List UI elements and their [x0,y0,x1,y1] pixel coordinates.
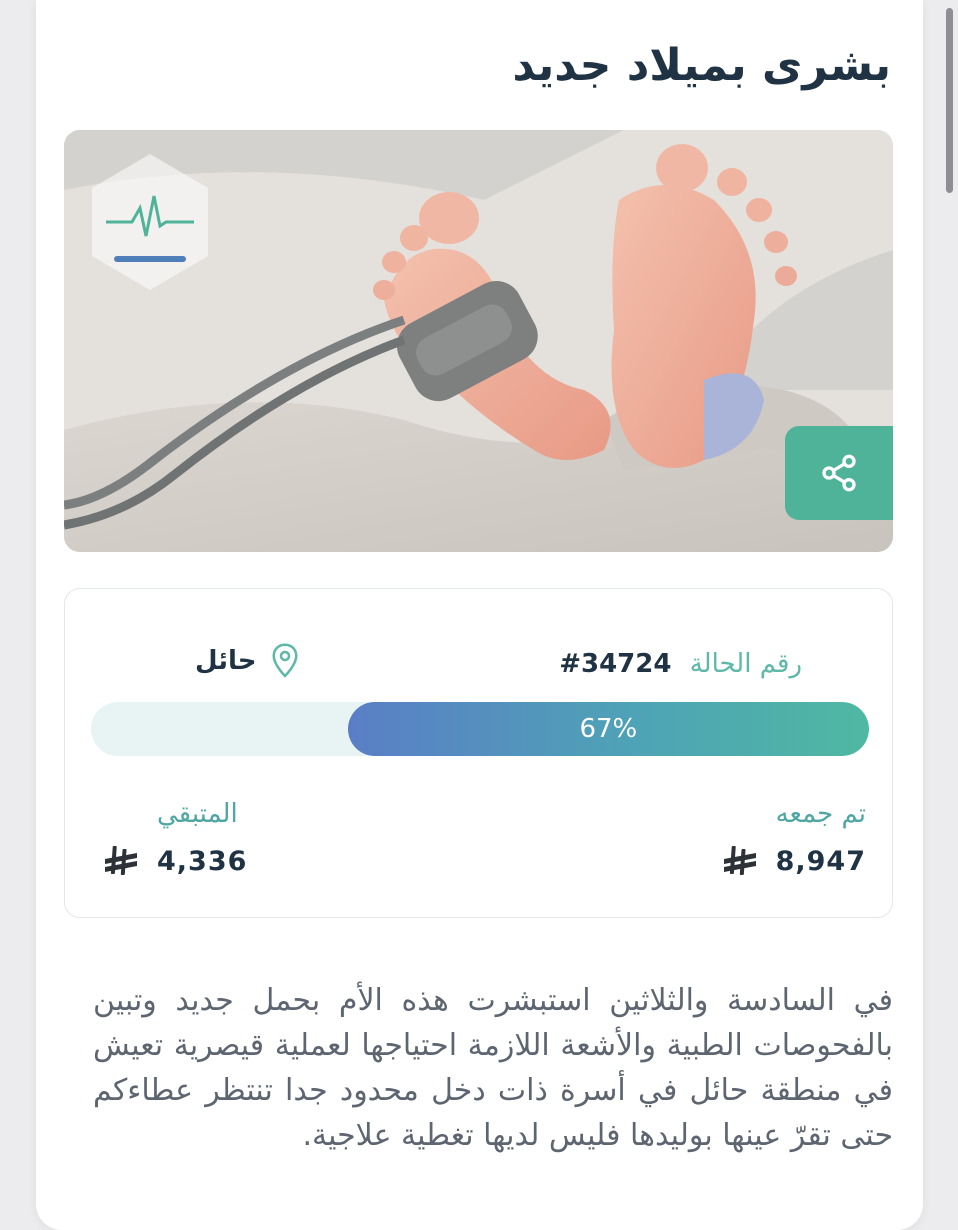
charity-heartbeat-logo [92,154,208,290]
progress-bar: 67% [91,702,869,756]
remaining-label: المتبقي [157,799,238,829]
case-image[interactable] [64,130,893,552]
saudi-riyal-icon [105,846,137,875]
case-location: حائل [195,639,300,683]
scrollbar[interactable] [946,8,953,193]
share-icon [822,454,856,492]
location-pin-icon [272,643,298,678]
case-title: بشرى بميلاد جديد [512,40,891,91]
case-number-value: 34724# [559,649,672,679]
remaining-amount: 4,336 [103,843,247,879]
case-number: رقم الحالة 34724# [559,649,802,679]
case-number-label: رقم الحالة [689,649,802,679]
remaining-value: 4,336 [157,845,248,877]
donation-stats: رقم الحالة 34724# حائل 67% تم جمعه 8,947… [64,588,893,918]
progress-percent: 67% [579,714,638,744]
raised-label: تم جمعه [775,799,866,829]
progress-fill: 67% [347,702,869,756]
raised-value: 8,947 [775,845,866,877]
share-button[interactable] [785,426,893,520]
raised-amount: 8,947 [722,843,866,879]
case-description: في السادسة والثلاثين استبشرت هذه الأم بح… [93,983,893,1153]
saudi-riyal-icon [723,846,756,875]
location-name: حائل [195,646,257,676]
case-card: بشرى بميلاد جديد رقم الحالة 34724# حائل … [36,0,923,1230]
